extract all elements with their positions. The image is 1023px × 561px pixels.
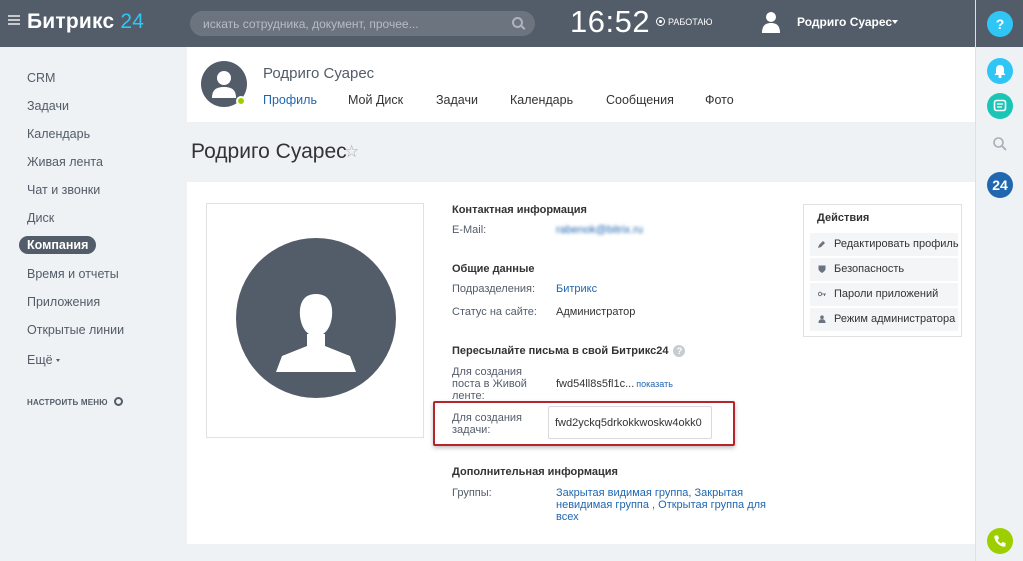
action-admin-mode[interactable]: Режим администратора <box>810 308 958 331</box>
bitrix24-icon[interactable]: 24 <box>987 172 1013 198</box>
online-status-dot <box>236 96 246 106</box>
menu-item-calendar[interactable]: Календарь <box>27 127 90 141</box>
search-placeholder: искать сотрудника, документ, прочее... <box>203 17 419 31</box>
menu-burger-icon[interactable] <box>8 15 20 25</box>
notifications-bell-icon[interactable] <box>987 58 1013 84</box>
department-link[interactable]: Битрикс <box>556 283 597 295</box>
action-app-passwords[interactable]: Пароли приложений <box>810 283 958 306</box>
menu-item-chat-calls[interactable]: Чат и звонки <box>27 183 100 197</box>
actions-panel: Действия Редактировать профиль Безопасно… <box>803 204 962 337</box>
menu-item-crm[interactable]: CRM <box>27 71 55 85</box>
logo[interactable]: Битрикс 24 <box>27 10 144 34</box>
action-admin-mode-label: Режим администратора <box>834 313 956 325</box>
tab-my-disk[interactable]: Мой Диск <box>348 93 403 107</box>
groups-links[interactable]: Закрытая видимая группа, Закрытая невиди… <box>556 487 771 523</box>
key-icon <box>818 291 826 297</box>
logo-text: Битрикс <box>27 10 115 33</box>
post-email-value: fwd54ll8s5fl1c... <box>556 378 635 390</box>
gear-icon <box>113 397 123 406</box>
site-status-label: Статус на сайте: <box>452 306 537 318</box>
search-icon[interactable] <box>512 17 523 28</box>
tab-tasks[interactable]: Задачи <box>436 93 478 107</box>
menu-item-applications[interactable]: Приложения <box>27 295 100 309</box>
user-icon <box>818 315 826 323</box>
task-email-field[interactable]: fwd2yckq5drkokkwoskw4okk0 <box>548 406 712 439</box>
logo-num: 24 <box>120 10 145 33</box>
help-icon[interactable]: ? <box>673 345 686 357</box>
clock[interactable]: 16:52 <box>570 4 650 40</box>
email-value[interactable]: rabenok@bitrix.ru <box>556 224 643 236</box>
tab-messages[interactable]: Сообщения <box>606 93 674 107</box>
phone-icon[interactable] <box>987 528 1013 554</box>
profile-header-name: Родриго Суарес <box>263 65 375 82</box>
tab-calendar[interactable]: Календарь <box>510 93 573 107</box>
post-email-label: Для создания поста в Живой ленте: <box>452 366 527 402</box>
chevron-down-icon <box>55 359 60 363</box>
action-edit-profile[interactable]: Редактировать профиль <box>810 233 959 256</box>
department-label: Подразделения: <box>452 283 536 295</box>
menu-item-disk[interactable]: Диск <box>27 211 54 225</box>
right-bar: ? 24 <box>975 0 1023 561</box>
work-status-icon <box>656 17 665 26</box>
pencil-icon <box>818 241 825 248</box>
contact-info-title: Контактная информация <box>452 204 587 216</box>
profile-photo <box>236 238 396 398</box>
star-icon[interactable]: ☆ <box>344 142 359 162</box>
site-status-value: Администратор <box>556 306 636 318</box>
task-email-label: Для создания задачи: <box>452 412 523 436</box>
work-status-button[interactable]: РАБОТАЮ <box>656 17 713 27</box>
tab-profile[interactable]: Профиль <box>263 93 317 107</box>
configure-menu-label: НАСТРОИТЬ МЕНЮ <box>27 398 108 407</box>
configure-menu-button[interactable]: НАСТРОИТЬ МЕНЮ <box>27 397 123 407</box>
chat-icon[interactable] <box>987 93 1013 119</box>
user-avatar-icon[interactable] <box>762 11 780 33</box>
actions-title: Действия <box>817 212 870 224</box>
page-title: Родриго Суарес <box>191 140 347 163</box>
groups-label: Группы: <box>452 487 492 499</box>
tab-photo[interactable]: Фото <box>705 93 734 107</box>
profile-photo-box[interactable] <box>206 203 424 438</box>
right-search-icon[interactable] <box>987 131 1013 157</box>
additional-info-title: Дополнительная информация <box>452 466 618 478</box>
post-email-row: fwd54ll8s5fl1c... показать <box>556 378 673 390</box>
show-link[interactable]: показать <box>636 379 673 389</box>
action-security-label: Безопасность <box>834 263 905 275</box>
menu-item-company[interactable]: Компания <box>19 236 97 254</box>
shield-icon <box>818 265 826 273</box>
user-name[interactable]: Родриго Суарес <box>797 15 892 29</box>
left-menu: CRM Задачи Календарь Живая лента Чат и з… <box>0 47 187 561</box>
menu-item-time-reports[interactable]: Время и отчеты <box>27 267 119 281</box>
menu-item-open-lines[interactable]: Открытые линии <box>27 323 124 337</box>
action-security[interactable]: Безопасность <box>810 258 958 281</box>
top-bar: Битрикс 24 искать сотрудника, документ, … <box>0 0 975 47</box>
email-label: E-Mail: <box>452 224 487 236</box>
action-app-passwords-label: Пароли приложений <box>834 288 939 300</box>
menu-item-tasks[interactable]: Задачи <box>27 99 69 113</box>
search-input[interactable]: искать сотрудника, документ, прочее... <box>190 11 535 36</box>
action-edit-profile-label: Редактировать профиль <box>834 238 959 250</box>
user-caret-icon[interactable] <box>892 20 898 24</box>
profile-header: Родриго Суарес Профиль Мой Диск Задачи К… <box>187 47 975 122</box>
menu-more-label: Ещё <box>27 353 53 367</box>
general-info-title: Общие данные <box>452 263 535 275</box>
menu-item-more[interactable]: Ещё <box>27 353 60 367</box>
menu-item-live-feed[interactable]: Живая лента <box>27 155 103 169</box>
user-silhouette-icon <box>276 294 356 372</box>
work-status-label: РАБОТАЮ <box>668 17 713 27</box>
forward-title-text: Пересылайте письма в свой Битрикс24 <box>452 345 669 357</box>
forward-title: Пересылайте письма в свой Битрикс24? <box>452 345 686 357</box>
help-icon[interactable]: ? <box>987 11 1013 37</box>
